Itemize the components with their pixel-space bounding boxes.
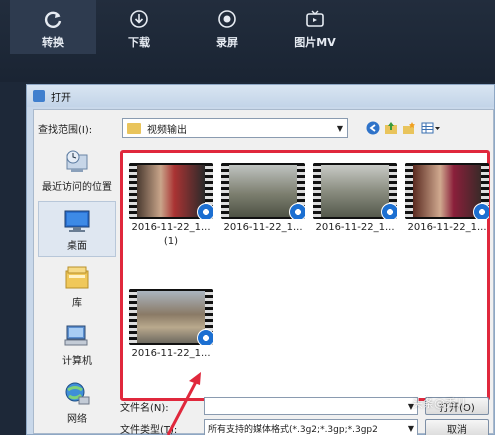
video-file-item[interactable]: 2016-11-22_1... (1)	[126, 155, 216, 255]
place-desktop[interactable]: 桌面	[38, 201, 116, 257]
video-file-item[interactable]: 2016-11-22_1...	[402, 155, 492, 255]
refresh-icon	[42, 8, 64, 30]
view-menu-icon	[421, 122, 440, 134]
computer-icon	[63, 323, 91, 349]
media-badge-icon	[197, 203, 213, 219]
place-libraries-label: 库	[72, 298, 82, 309]
network-icon	[63, 381, 91, 407]
dialog-content: 查找范围(I): 视频输出 ▼ 最近访问的位置 桌面 库 计算机 网络 2016…	[33, 109, 494, 435]
filetype-label: 文件类型(T):	[120, 424, 178, 435]
place-libraries[interactable]: 库	[38, 259, 116, 315]
file-name: 2016-11-22_1...	[223, 222, 303, 233]
download-icon	[128, 8, 150, 30]
filetype-row: 文件类型(T): 所有支持的媒体格式(*.3g2;*.3gp;*.3gp2 ▼	[120, 419, 418, 435]
file-name: 2016-11-22_1...	[407, 222, 487, 233]
video-thumbnail	[313, 163, 397, 219]
app-icon	[33, 90, 45, 102]
media-badge-icon	[289, 203, 305, 219]
place-network-label: 网络	[67, 414, 87, 425]
libraries-icon	[63, 265, 91, 291]
place-computer[interactable]: 计算机	[38, 317, 116, 373]
dialog-title: 打开	[51, 92, 71, 104]
back-arrow-icon	[366, 121, 380, 135]
filename-label: 文件名(N):	[120, 402, 169, 414]
chevron-down-icon: ▼	[336, 123, 344, 133]
tab-download-label: 下载	[128, 36, 150, 49]
up-folder-icon	[385, 122, 397, 134]
media-badge-icon	[197, 329, 213, 345]
look-in-label: 查找范围(I):	[38, 124, 93, 136]
place-recent-label: 最近访问的位置	[42, 182, 112, 193]
place-computer-label: 计算机	[62, 356, 92, 367]
dialog-titlebar[interactable]: 打开	[27, 85, 494, 107]
tab-record[interactable]: 录屏	[184, 0, 270, 54]
video-thumbnail	[405, 163, 489, 219]
video-file-item[interactable]: 2016-11-22_1...	[218, 155, 308, 255]
watermark: 头条@秀儿	[412, 397, 467, 410]
tab-photo-mv[interactable]: 图片MV	[272, 0, 358, 54]
file-name: 2016-11-22_1...	[131, 222, 211, 233]
look-in-combo[interactable]: 视频输出 ▼	[122, 118, 348, 138]
record-icon	[216, 8, 238, 30]
video-file-item[interactable]: 2016-11-22_1...	[126, 281, 216, 381]
look-in-value: 视频输出	[147, 124, 187, 136]
place-recent[interactable]: 最近访问的位置	[38, 143, 116, 199]
filetype-value: 所有支持的媒体格式(*.3g2;*.3gp;*.3gp2	[208, 424, 378, 435]
tab-convert-label: 转换	[42, 36, 64, 49]
video-thumbnail	[221, 163, 305, 219]
new-folder-icon	[403, 122, 415, 134]
new-folder-button[interactable]	[401, 120, 417, 136]
filename-row: 文件名(N): ▼	[120, 397, 418, 415]
chevron-down-icon: ▼	[407, 423, 415, 433]
filetype-select[interactable]: 所有支持的媒体格式(*.3g2;*.3gp;*.3gp2 ▼	[204, 419, 418, 435]
places-bar: 最近访问的位置 桌面 库 计算机 网络	[38, 143, 116, 433]
media-badge-icon	[381, 203, 397, 219]
look-in-row: 查找范围(I): 视频输出 ▼	[38, 117, 348, 139]
video-file-item[interactable]: 2016-11-22_1...	[310, 155, 400, 255]
filename-input[interactable]: ▼	[204, 397, 418, 415]
up-folder-button[interactable]	[383, 120, 399, 136]
tv-icon	[304, 8, 326, 30]
back-button[interactable]	[365, 120, 381, 136]
file-list-view[interactable]: 2016-11-22_1... (1) 2016-11-22_1... 2016…	[120, 150, 490, 401]
file-name: 2016-11-22_1...	[131, 348, 211, 359]
media-badge-icon	[473, 203, 489, 219]
folder-icon	[127, 122, 141, 134]
place-network[interactable]: 网络	[38, 375, 116, 431]
recent-places-icon	[63, 149, 91, 175]
tab-photo-mv-label: 图片MV	[294, 36, 336, 49]
tab-download[interactable]: 下载	[96, 0, 182, 54]
cancel-button[interactable]: 取消	[425, 419, 489, 435]
video-thumbnail	[129, 289, 213, 345]
view-menu-button[interactable]	[420, 120, 442, 136]
app-top-bar: 转换 下载 录屏 图片MV	[0, 0, 495, 82]
place-desktop-label: 桌面	[67, 241, 87, 252]
tab-convert[interactable]: 转换	[10, 0, 96, 54]
file-name: 2016-11-22_1...	[315, 222, 395, 233]
open-file-dialog: 打开 查找范围(I): 视频输出 ▼ 最近访问的位置 桌面 库 计算机 网络 2…	[26, 84, 495, 435]
file-name-suffix: (1)	[163, 236, 179, 247]
tab-record-label: 录屏	[216, 36, 238, 49]
desktop-icon	[63, 208, 91, 234]
video-thumbnail	[129, 163, 213, 219]
